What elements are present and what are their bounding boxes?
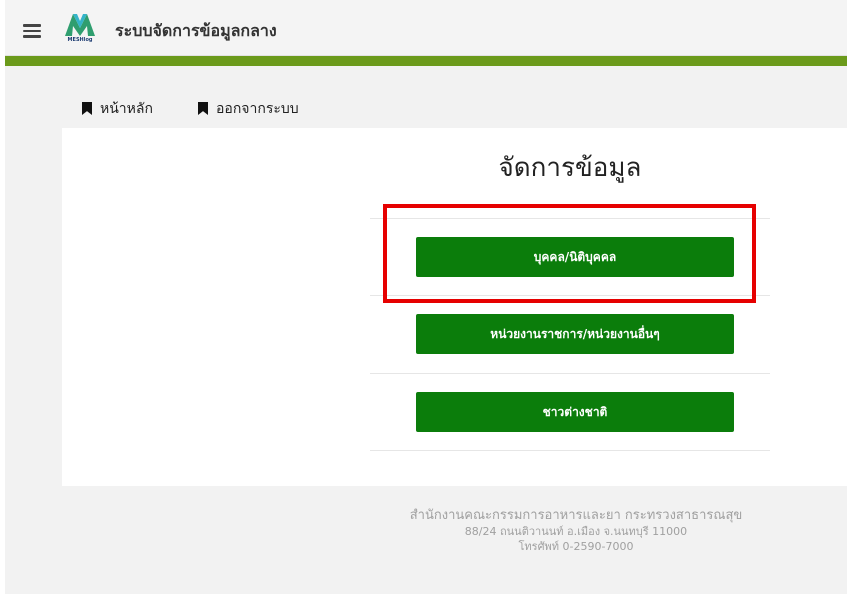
bookmark-icon (82, 102, 92, 115)
nav-item-label: ออกจากระบบ (216, 101, 299, 117)
government-agency-button[interactable]: หน่วยงานราชการ/หน่วยงานอื่นๆ (416, 314, 734, 354)
accent-band (5, 56, 847, 66)
footer-phone: โทรศัพท์ 0-2590-7000 (518, 540, 634, 553)
hamburger-menu-icon[interactable] (23, 24, 41, 38)
nav-item-home[interactable]: หน้าหลัก (82, 98, 153, 120)
nav-item-logout[interactable]: ออกจากระบบ (198, 98, 299, 120)
top-bar: MESHlog ระบบจัดการข้อมูลกลาง (5, 0, 847, 56)
menu-row-government: หน่วยงานราชการ/หน่วยงานอื่นๆ (370, 295, 770, 371)
row-divider (370, 295, 770, 296)
bookmark-icon (198, 102, 208, 115)
footer: สำนักงานคณะกรรมการอาหารและยา กระทรวงสาธา… (370, 508, 782, 554)
menu-row-person: บุคคล/นิติบุคคล (370, 218, 770, 294)
person-entity-button[interactable]: บุคคล/นิติบุคคล (416, 237, 734, 277)
app-title: ระบบจัดการข้อมูลกลาง (115, 21, 277, 40)
app-logo[interactable]: MESHlog (63, 12, 97, 46)
row-divider (370, 450, 770, 451)
row-divider (370, 218, 770, 219)
footer-organization: สำนักงานคณะกรรมการอาหารและยา กระทรวงสาธา… (409, 508, 743, 523)
menu-row-foreigner: ชาวต่างชาติ (370, 373, 770, 451)
nav-item-label: หน้าหลัก (100, 101, 153, 117)
logo-text: MESHlog (67, 37, 93, 43)
row-divider (370, 373, 770, 374)
foreigner-button[interactable]: ชาวต่างชาติ (416, 392, 734, 432)
footer-address: 88/24 ถนนติวานนท์ อ.เมือง จ.นนทบุรี 1100… (464, 525, 688, 538)
page-title: จัดการข้อมูล (498, 153, 642, 183)
